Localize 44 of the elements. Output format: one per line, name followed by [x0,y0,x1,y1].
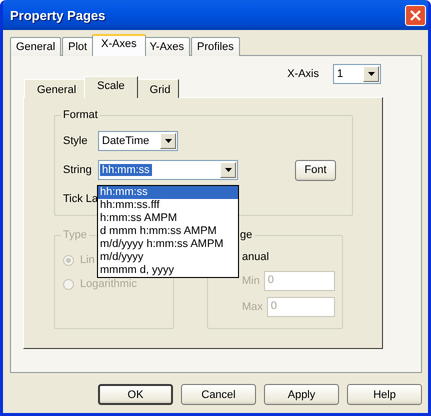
dialog-button[interactable]: OK [98,384,173,405]
field-label: Min [242,275,260,287]
dropdown-button[interactable] [160,133,176,149]
caret-icon [368,72,374,76]
close-icon [410,10,421,20]
dropdown-option[interactable]: m/d/yyyy [98,251,238,264]
radio-label: Lin [80,254,95,266]
close-button[interactable] [405,4,426,26]
dropdown-button[interactable] [220,162,236,178]
tab[interactable]: General [24,79,86,98]
group-title: Type [61,229,89,241]
axis-label: X-Axis [287,68,319,80]
field-label: String [63,164,93,176]
dropdown-option[interactable]: hh:mm:ss.fff [98,199,238,212]
style-dropdown[interactable]: DateTime [98,131,178,151]
caret-icon [164,139,172,143]
font-button[interactable]: Font [295,160,336,180]
dropdown-option[interactable]: mmmm d, yyyy [98,264,238,277]
tab[interactable]: Grid [136,79,180,98]
dropdown-option[interactable]: hh:mm:ss [98,186,238,199]
dialog-button[interactable]: Apply [264,384,339,405]
caret-icon [224,168,232,172]
tab[interactable]: Profiles [191,37,240,56]
field-label: Style [63,135,88,147]
tab[interactable]: Scale [84,76,138,98]
radio-label: Logarithmic [80,278,137,290]
group-title: ge [240,229,256,241]
tab[interactable]: Y-Axes [144,37,190,56]
dropdown-button[interactable] [363,66,379,82]
tab[interactable]: X-Axes [92,34,146,56]
axis-dropdown[interactable]: 1 [333,64,381,84]
string-dropdown[interactable]: hh:mm:ss [98,160,238,180]
window-title: Property Pages [10,8,106,22]
field-label: Tick La [63,193,98,205]
dropdown-option[interactable]: d mmm h:mm:ss AMPM [98,225,238,238]
tab[interactable]: Plot [62,37,94,56]
tab[interactable]: General [10,37,62,56]
dropdown-option[interactable]: m/d/yyyy h:mm:ss AMPM [98,238,238,251]
checkbox-label: anual [242,251,269,263]
dropdown-option[interactable]: h:mm:ss AMPM [98,212,238,225]
group-title: Format [61,109,100,121]
dialog-button[interactable]: Cancel [181,384,256,405]
field-label: Max [242,301,263,313]
dialog-button[interactable]: Help [347,384,422,405]
